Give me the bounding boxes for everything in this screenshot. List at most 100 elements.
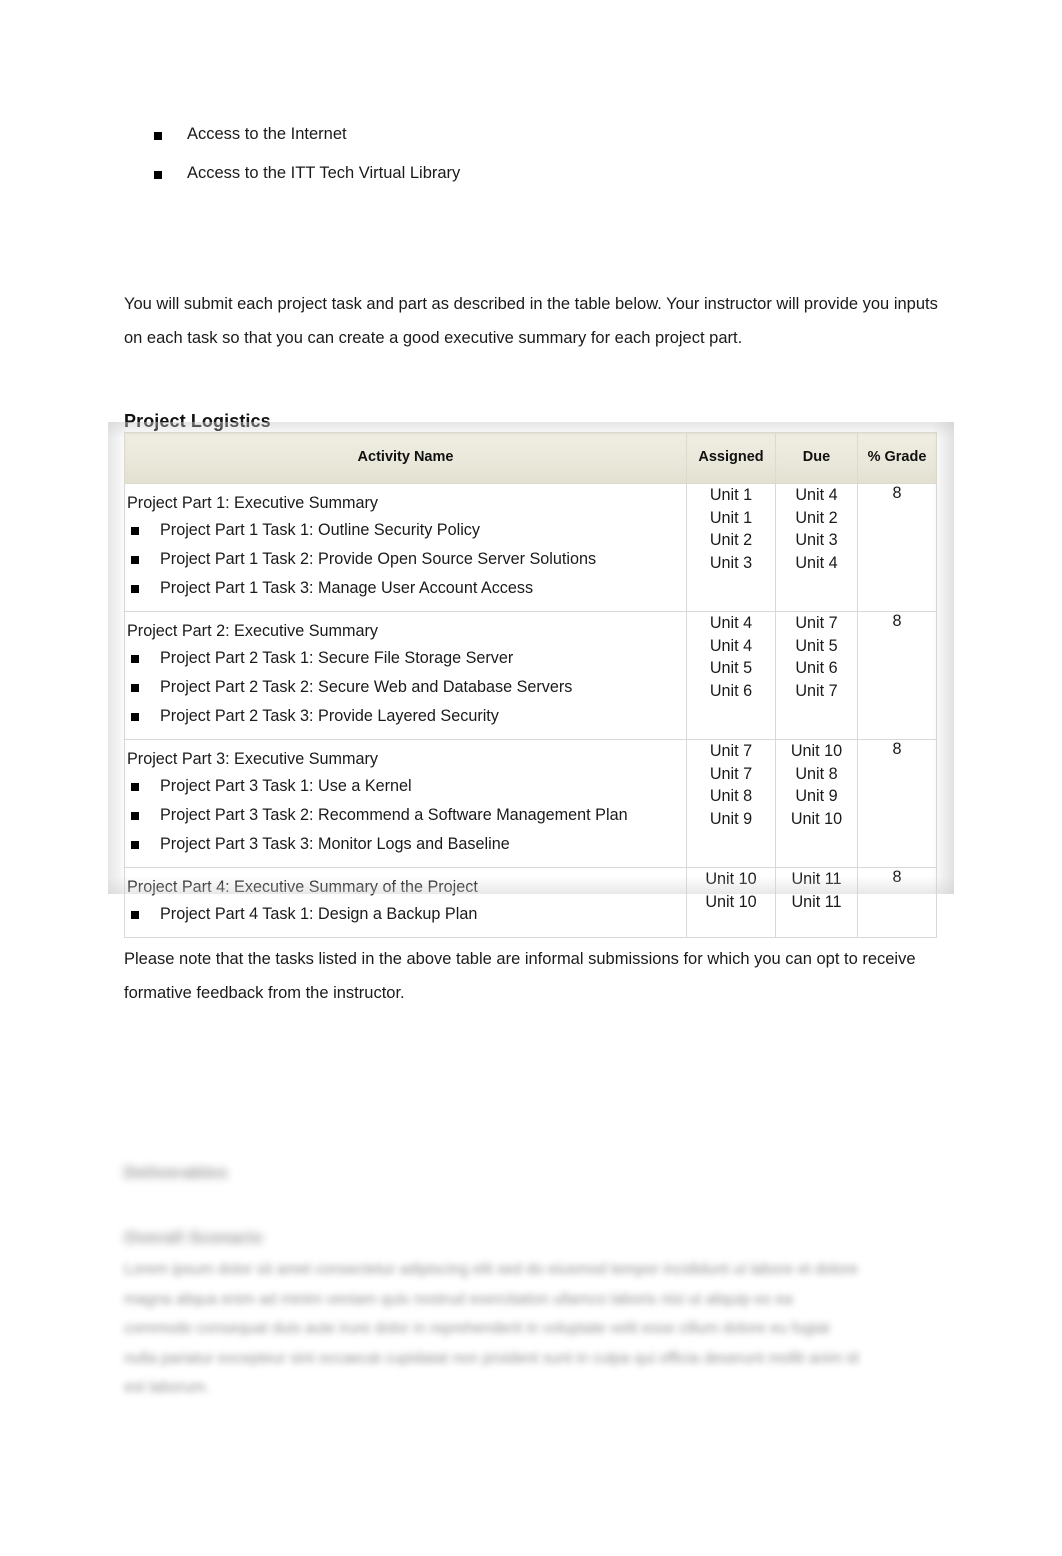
list-item: Access to the ITT Tech Virtual Library (154, 163, 934, 183)
unit-value: Unit 7 (795, 681, 838, 700)
intro-paragraph: You will submit each project task and pa… (124, 294, 938, 347)
square-bullet-icon (131, 684, 139, 692)
column-header-grade: % Grade (857, 432, 937, 484)
unit-value: Unit 10 (790, 809, 843, 828)
cell-grade-value: 8 (857, 739, 937, 868)
activity-task: Project Part 3 Task 1: Use a Kernel (127, 774, 680, 799)
unit-value: Unit 7 (709, 764, 753, 783)
square-bullet-icon (131, 655, 139, 663)
unit-value: Unit 11 (791, 870, 842, 888)
square-bullet-icon (131, 911, 139, 919)
cell-assigned-units: Unit 10 Unit 10 (686, 867, 776, 938)
list-item-label: Access to the Internet (187, 125, 347, 143)
activity-content: Project Part 3: Executive Summary Project… (125, 740, 686, 867)
activity-task: Project Part 2 Task 2: Secure Web and Da… (127, 675, 680, 700)
activity-task-label: Project Part 1 Task 3: Manage User Accou… (160, 579, 534, 597)
activity-task-label: Project Part 3 Task 2: Recommend a Softw… (160, 806, 628, 824)
unit-value: Unit 10 (705, 892, 757, 911)
blurred-heading-deliverables: Deliverables (124, 1163, 228, 1182)
unit-value: Unit 8 (709, 787, 753, 805)
column-header-due: Due (775, 432, 858, 484)
project-logistics-table-wrapper: Activity Name Assigned Due % Grade Proje… (108, 422, 954, 938)
activity-task-label: Project Part 3 Task 3: Monitor Logs and … (160, 835, 510, 853)
unit-value: Unit 1 (709, 486, 753, 504)
cell-activity-name: Project Part 2: Executive Summary Project… (124, 611, 687, 740)
activity-task-label: Project Part 1 Task 1: Outline Security … (160, 521, 480, 539)
unit-value: Unit 7 (709, 742, 753, 760)
activity-task-label: Project Part 4 Task 1: Design a Backup P… (160, 905, 478, 923)
activity-part-title: Project Part 2: Executive Summary (127, 622, 378, 640)
cell-assigned-units: Unit 4 Unit 4 Unit 5 Unit 6 (686, 611, 776, 740)
cell-activity-name: Project Part 1: Executive Summary Project… (124, 483, 687, 612)
square-bullet-icon (131, 783, 139, 791)
unit-value: Unit 6 (795, 659, 838, 677)
column-header-assigned: Assigned (686, 432, 776, 484)
cell-due-units: Unit 7 Unit 5 Unit 6 Unit 7 (775, 611, 858, 740)
table-body: Project Part 1: Executive Summary Project… (124, 483, 937, 938)
cell-assigned-units: Unit 7 Unit 7 Unit 8 Unit 9 (686, 739, 776, 868)
square-bullet-icon (131, 812, 139, 820)
activity-task-label: Project Part 3 Task 1: Use a Kernel (160, 777, 412, 795)
unit-value: Unit 5 (795, 636, 838, 655)
unit-value: Unit 4 (795, 553, 838, 572)
list-item-label: Access to the ITT Tech Virtual Library (187, 164, 461, 182)
activity-task-label: Project Part 1 Task 2: Provide Open Sour… (160, 550, 597, 568)
square-bullet-icon (131, 841, 139, 849)
cell-due-units: Unit 10 Unit 8 Unit 9 Unit 10 (775, 739, 858, 868)
square-bullet-icon (131, 585, 139, 593)
unit-value: Unit 10 (790, 742, 843, 760)
square-bullet-icon (131, 556, 139, 564)
cell-due-units: Unit 4 Unit 2 Unit 3 Unit 4 (775, 483, 858, 612)
table-row: Project Part 4: Executive Summary of the… (124, 867, 937, 938)
unit-value: Unit 5 (709, 659, 753, 677)
table-row: Project Part 2: Executive Summary Project… (124, 611, 937, 740)
note-paragraph: Please note that the tasks listed in the… (124, 949, 916, 1002)
unit-value: Unit 2 (709, 531, 753, 549)
activity-task: Project Part 4 Task 1: Design a Backup P… (127, 902, 680, 927)
activity-task: Project Part 1 Task 2: Provide Open Sour… (127, 547, 680, 572)
activity-part-title: Project Part 3: Executive Summary (127, 750, 378, 768)
unit-value: Unit 8 (795, 764, 838, 783)
unit-value: Unit 9 (709, 809, 753, 828)
cell-grade-value: 8 (857, 483, 937, 612)
activity-part-title: Project Part 4: Executive Summary of the… (127, 878, 478, 896)
activity-content: Project Part 4: Executive Summary of the… (125, 868, 686, 937)
unit-value: Unit 11 (791, 892, 842, 911)
square-bullet-icon (131, 527, 139, 535)
document-page: Access to the Internet Access to the ITT… (0, 0, 1062, 1556)
unit-value: Unit 7 (795, 614, 838, 632)
cell-grade-value: 8 (857, 611, 937, 740)
unit-value: Unit 10 (705, 870, 757, 888)
activity-task: Project Part 1 Task 1: Outline Security … (127, 518, 680, 543)
list-item: Access to the Internet (154, 124, 934, 144)
cell-due-units: Unit 11 Unit 11 (775, 867, 858, 938)
blurred-heading-scenario: Overall Scenario (124, 1228, 263, 1247)
activity-content: Project Part 2: Executive Summary Project… (125, 612, 686, 739)
cell-assigned-units: Unit 1 Unit 1 Unit 2 Unit 3 (686, 483, 776, 612)
activity-task: Project Part 3 Task 3: Monitor Logs and … (127, 832, 680, 857)
activity-content: Project Part 1: Executive Summary Project… (125, 484, 686, 611)
unit-value: Unit 4 (795, 486, 838, 504)
column-header-activity-name: Activity Name (124, 432, 687, 484)
square-bullet-icon (154, 132, 162, 140)
activity-part-title: Project Part 1: Executive Summary (127, 494, 378, 512)
unit-value: Unit 9 (795, 787, 838, 805)
activity-task-label: Project Part 2 Task 1: Secure File Stora… (160, 649, 514, 667)
activity-task: Project Part 2 Task 3: Provide Layered S… (127, 704, 680, 729)
unit-value: Unit 4 (709, 614, 753, 632)
table-row: Project Part 3: Executive Summary Project… (124, 739, 937, 868)
page-title: Project Logistics (124, 410, 271, 431)
unit-value: Unit 2 (795, 508, 838, 527)
activity-task: Project Part 2 Task 1: Secure File Stora… (127, 646, 680, 671)
unit-value: Unit 4 (709, 636, 753, 655)
activity-task: Project Part 3 Task 2: Recommend a Softw… (127, 803, 680, 828)
cell-grade-value: 8 (857, 867, 937, 938)
project-logistics-table: Activity Name Assigned Due % Grade Proje… (124, 432, 937, 938)
activity-task-label: Project Part 2 Task 2: Secure Web and Da… (160, 678, 573, 696)
cell-activity-name: Project Part 4: Executive Summary of the… (124, 867, 687, 938)
requirements-list: Access to the Internet Access to the ITT… (154, 124, 934, 202)
unit-value: Unit 6 (709, 681, 753, 700)
table-row: Project Part 1: Executive Summary Project… (124, 483, 937, 612)
cell-activity-name: Project Part 3: Executive Summary Project… (124, 739, 687, 868)
activity-task-label: Project Part 2 Task 3: Provide Layered S… (160, 707, 499, 725)
